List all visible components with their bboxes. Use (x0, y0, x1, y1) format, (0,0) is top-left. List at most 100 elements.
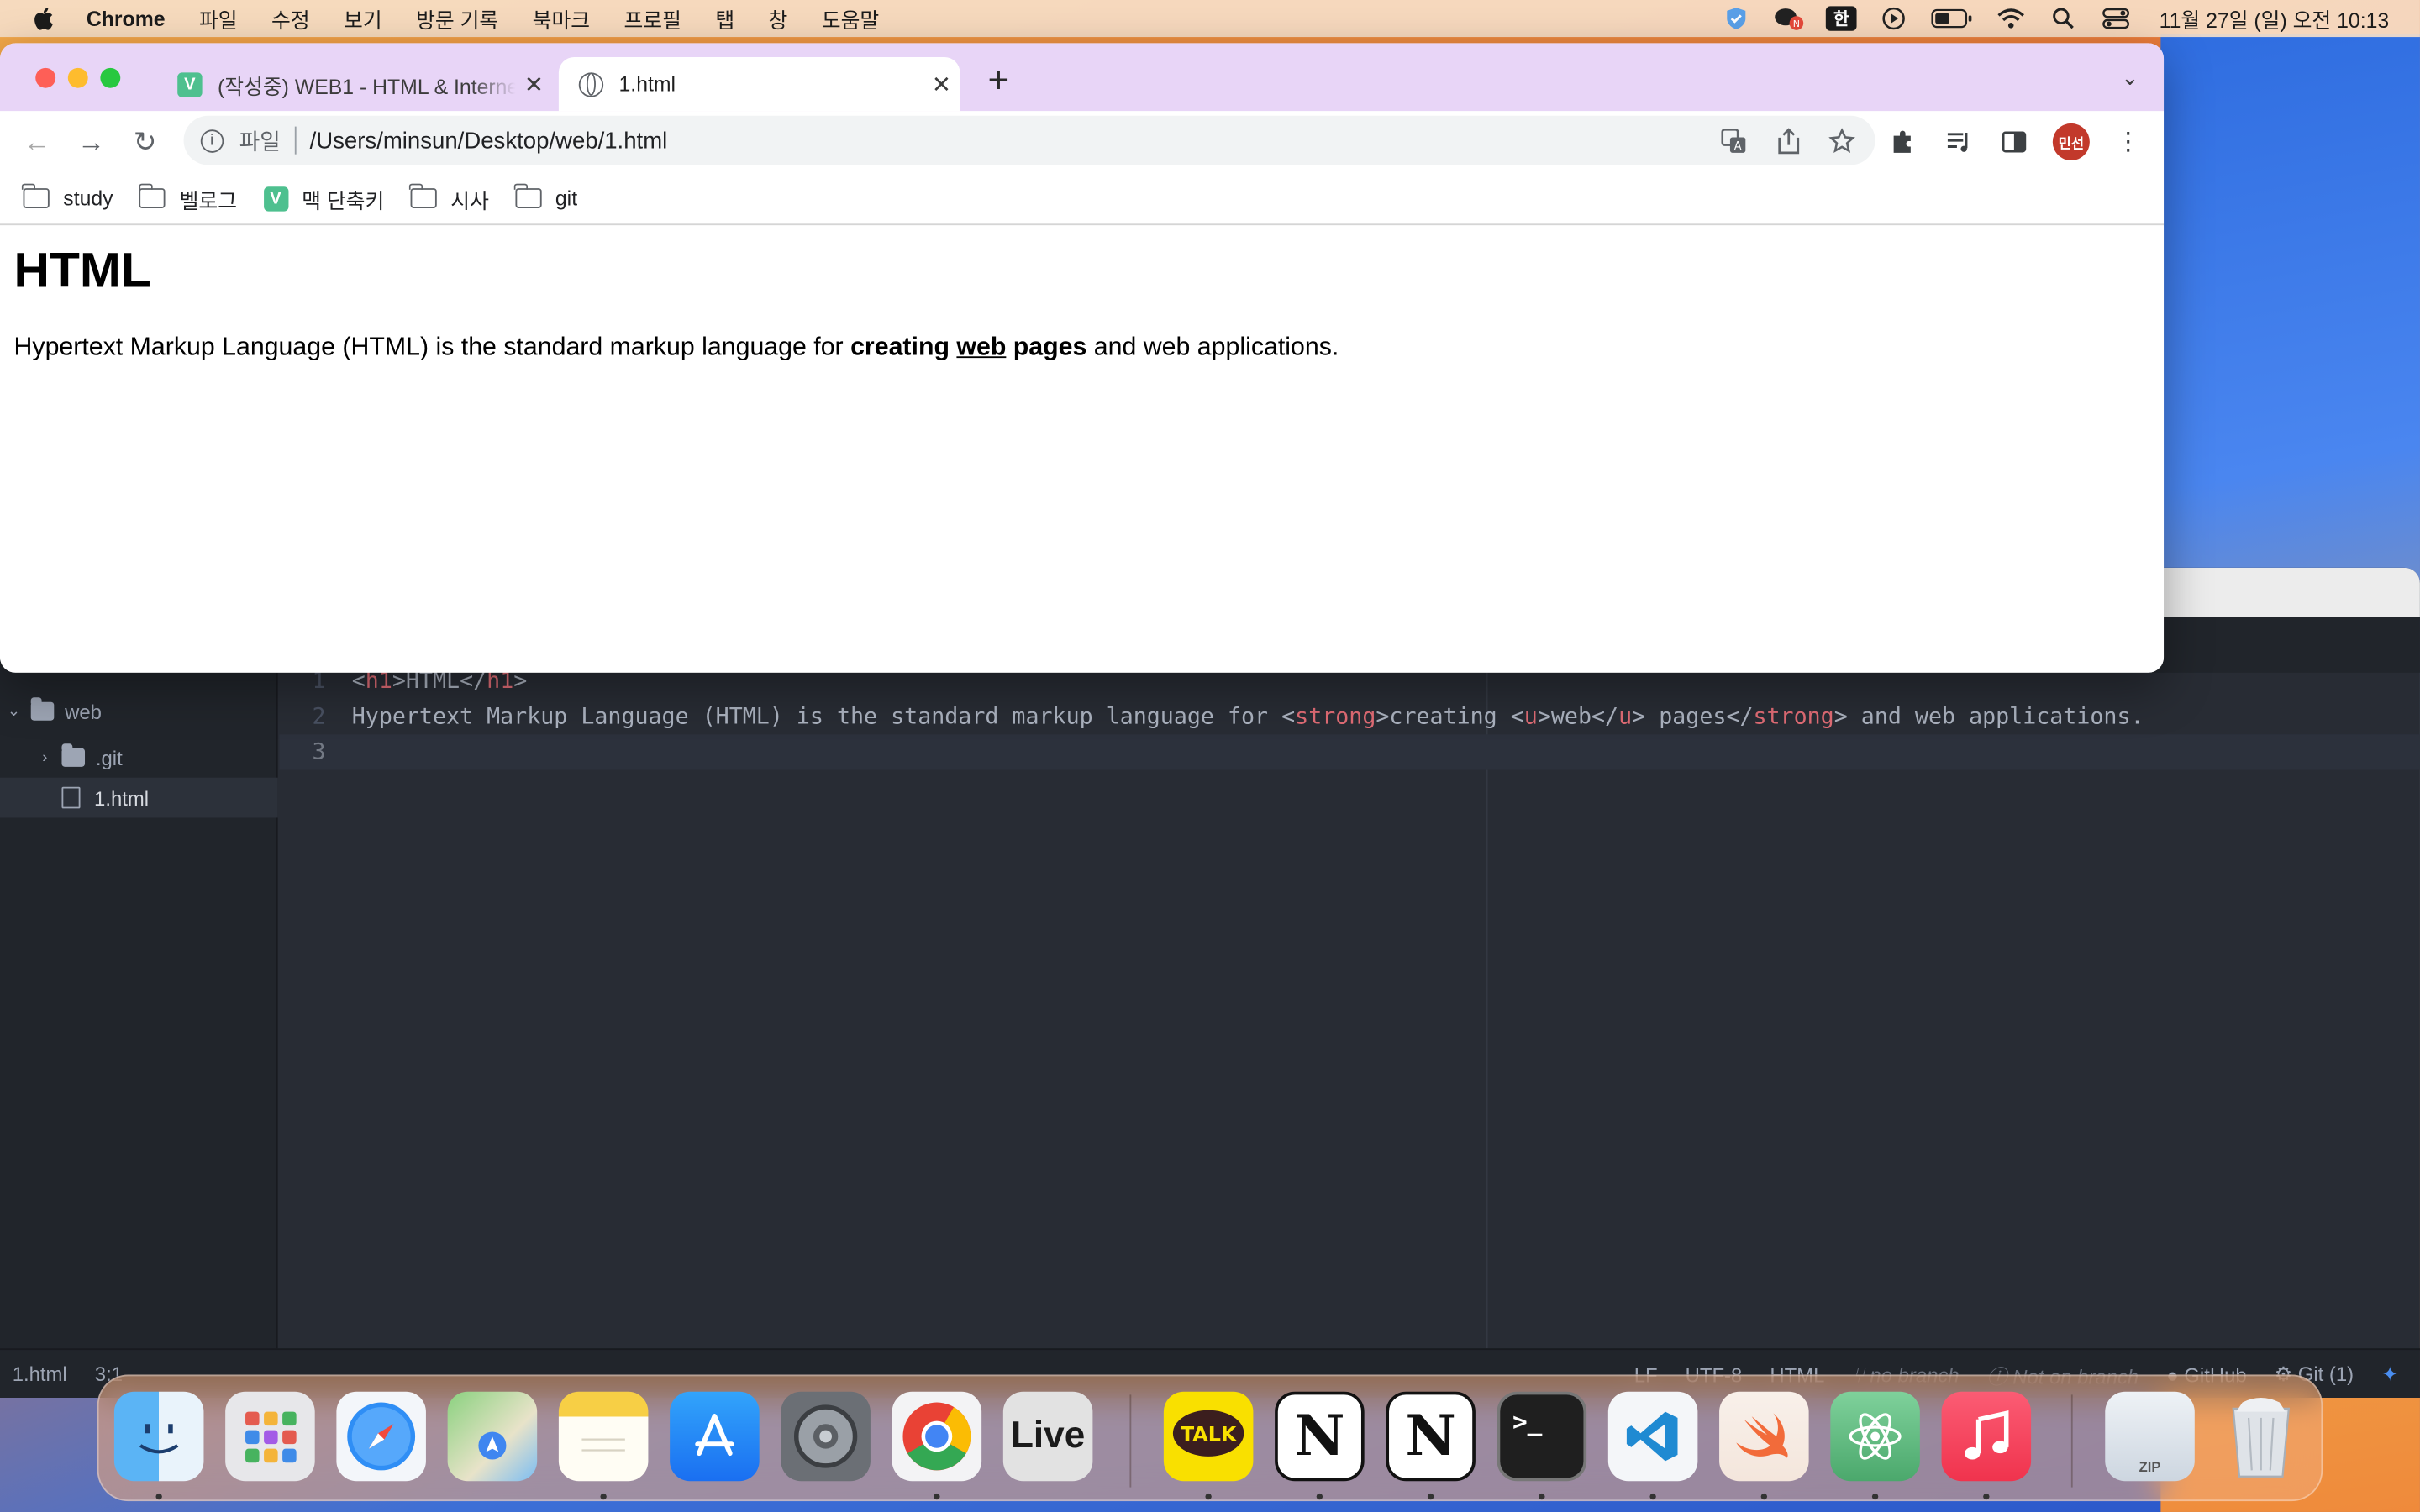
safari-compass-icon (347, 1402, 416, 1471)
tree-file-1-html[interactable]: 1.html (0, 777, 278, 818)
running-indicator (600, 1493, 607, 1500)
share-icon[interactable] (1773, 126, 1802, 155)
dock-safari[interactable] (336, 1391, 426, 1482)
maps-pin-icon (478, 1431, 507, 1460)
dock-notion[interactable]: N (1275, 1391, 1365, 1482)
tree-item-label: 1.html (94, 785, 150, 810)
dock-atom[interactable] (1830, 1391, 1920, 1482)
reload-button[interactable]: ↻ (128, 125, 161, 159)
tab-web1-draft[interactable]: V (작성중) WEB1 - HTML & Internet ✕ (166, 57, 552, 111)
vscode-logo-icon (1626, 1411, 1678, 1462)
code-editor[interactable]: 1 <h1>HTML</h1> 2 Hypertext Markup Langu… (279, 669, 2420, 1349)
tab-1-html[interactable]: 1.html ✕ (558, 56, 960, 112)
dock-swift-playgrounds[interactable] (1719, 1391, 1809, 1482)
code-line-2[interactable]: 2 Hypertext Markup Language (HTML) is th… (279, 699, 2420, 734)
menu-profiles[interactable]: 프로필 (623, 3, 681, 34)
extensions-puzzle-icon[interactable] (1886, 125, 1919, 159)
forward-button[interactable]: → (74, 125, 108, 159)
translate-icon[interactable]: A (1719, 126, 1749, 155)
control-center-icon[interactable] (2101, 6, 2132, 30)
media-playlist-icon[interactable] (1942, 125, 1975, 159)
teletype-icon[interactable]: ✦ (2381, 1362, 2398, 1387)
menu-window[interactable]: 창 (769, 3, 788, 34)
trash-icon (2232, 1398, 2291, 1478)
dock-archive-zip[interactable]: ZIP (2105, 1391, 2195, 1482)
launchpad-grid-icon (245, 1411, 297, 1463)
menu-bookmarks[interactable]: 북마크 (533, 3, 590, 34)
tab-search-chevron-icon[interactable]: ⌄ (2121, 65, 2139, 91)
dock-finder[interactable] (113, 1391, 204, 1482)
dock-maps[interactable] (447, 1391, 538, 1482)
kebab-menu-icon[interactable]: ⋮ (2112, 125, 2145, 159)
notes-lines-icon (581, 1438, 625, 1452)
close-tab-icon[interactable]: ✕ (923, 71, 960, 97)
status-menu-area: N 한 11월 27일 (일) 오전 10:13 (1721, 0, 2389, 37)
globe-icon (578, 71, 604, 97)
bookmark-mac-shortcuts[interactable]: V맥 단축키 (263, 183, 384, 214)
wrap-guide (1486, 672, 1488, 1349)
file-icon (61, 786, 81, 809)
dock-kakaotalk[interactable]: TALK (1163, 1391, 1254, 1482)
tree-folder-git[interactable]: › .git (0, 738, 278, 778)
apple-icon[interactable] (31, 5, 59, 33)
dock-terminal[interactable]: >_ (1497, 1391, 1587, 1482)
tree-folder-web[interactable]: ⌄ web (0, 691, 278, 732)
url-text[interactable]: /Users/minsun/Desktop/web/1.html (310, 128, 1719, 154)
menu-view[interactable]: 보기 (344, 3, 382, 34)
dock-notion-2[interactable]: N (1386, 1391, 1476, 1482)
folder-icon (30, 697, 55, 721)
play-icon[interactable] (1878, 6, 1909, 30)
menu-bar-clock[interactable]: 11월 27일 (일) 오전 10:13 (2160, 3, 2390, 34)
dock-app-store[interactable] (670, 1391, 760, 1482)
menu-history[interactable]: 방문 기록 (416, 3, 498, 34)
menu-edit[interactable]: 수정 (271, 3, 310, 34)
code-line-3[interactable]: 3 (279, 734, 2420, 770)
dock-system-preferences[interactable] (781, 1391, 871, 1482)
svg-text:TALK: TALK (1181, 1422, 1238, 1446)
back-button[interactable]: ← (20, 125, 54, 159)
battery-icon[interactable] (1931, 6, 1974, 30)
chrome-window: V (작성중) WEB1 - HTML & Internet ✕ 1.html … (0, 43, 2165, 673)
profile-avatar[interactable]: 민선 (2052, 123, 2090, 161)
dock-chrome[interactable] (892, 1391, 982, 1482)
bookmark-velog[interactable]: 벨로그 (138, 183, 237, 214)
bookmark-star-icon[interactable] (1828, 126, 1857, 155)
status-file-name[interactable]: 1.html (13, 1362, 67, 1386)
window-minimize-button[interactable] (67, 67, 88, 88)
address-bar[interactable]: i 파일 /Users/minsun/Desktop/web/1.html A (183, 115, 1876, 165)
menu-help[interactable]: 도움말 (822, 3, 879, 34)
info-icon[interactable]: i (200, 129, 224, 152)
close-tab-icon[interactable]: ✕ (515, 71, 552, 97)
bookmark-current-affairs[interactable]: 시사 (409, 183, 489, 214)
input-source-icon[interactable]: 한 (1825, 6, 1857, 31)
dock-divider (2070, 1394, 2073, 1488)
dock-music[interactable] (1941, 1391, 2032, 1482)
v-favicon-icon: V (177, 71, 203, 97)
line-number: 2 (312, 704, 326, 729)
dock-live[interactable]: Live (1002, 1391, 1093, 1482)
dock-notes[interactable] (558, 1391, 649, 1482)
spotlight-search-icon[interactable] (2048, 6, 2079, 30)
dock-launchpad[interactable] (225, 1391, 315, 1482)
chat-notification-icon[interactable]: N (1774, 6, 1805, 30)
side-panel-icon[interactable] (1997, 125, 2031, 159)
app-menu-chrome[interactable]: Chrome (87, 7, 166, 30)
window-zoom-button[interactable] (100, 67, 121, 88)
menu-file[interactable]: 파일 (199, 3, 238, 34)
bookmark-git[interactable]: git (514, 183, 577, 210)
folder-icon (22, 183, 50, 208)
music-note-icon (1965, 1410, 2009, 1460)
dock-vscode[interactable] (1607, 1391, 1698, 1482)
bookmark-study[interactable]: study (22, 183, 113, 210)
chevron-right-icon: › (42, 748, 48, 766)
window-close-button[interactable] (35, 67, 56, 88)
wifi-icon[interactable] (1996, 6, 2027, 30)
menu-tab[interactable]: 탭 (715, 3, 734, 34)
shield-icon[interactable] (1721, 6, 1752, 30)
running-indicator (1983, 1493, 1990, 1500)
atom-logo-icon (1849, 1413, 1902, 1460)
new-tab-button[interactable]: + (978, 61, 1018, 102)
web-page-content: HTML Hypertext Markup Language (HTML) is… (0, 226, 2165, 673)
chrome-logo-icon (902, 1402, 971, 1471)
dock-trash[interactable] (2217, 1392, 2307, 1482)
